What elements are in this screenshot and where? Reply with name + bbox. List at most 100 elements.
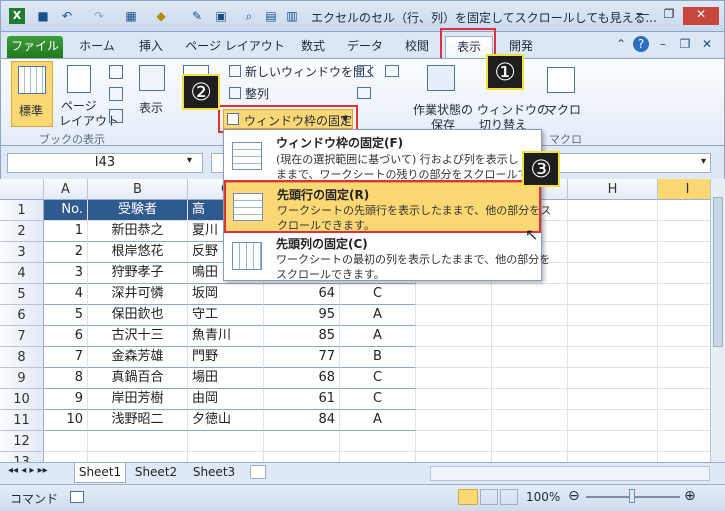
- save-workspace-button[interactable]: 作業状態の 保存: [411, 61, 475, 132]
- column-header-b[interactable]: B: [88, 179, 188, 200]
- format-painter-icon[interactable]: ✎: [189, 8, 205, 24]
- row-header[interactable]: 7: [0, 326, 44, 347]
- table-cell[interactable]: [658, 326, 710, 347]
- table-cell[interactable]: [658, 263, 710, 284]
- table-cell[interactable]: 4: [44, 284, 88, 305]
- column-header-h[interactable]: H: [568, 179, 658, 200]
- table-cell[interactable]: [264, 452, 340, 462]
- row-header[interactable]: 8: [0, 347, 44, 368]
- table-cell[interactable]: 6: [44, 326, 88, 347]
- sheet-tab-3[interactable]: Sheet3: [188, 463, 240, 483]
- macro-button[interactable]: マクロ: [541, 61, 581, 129]
- page-layout-status-icon[interactable]: [480, 489, 498, 505]
- select-all-corner[interactable]: [0, 179, 44, 200]
- save-icon[interactable]: ■: [35, 8, 51, 24]
- table-cell[interactable]: 2: [44, 242, 88, 263]
- table-cell[interactable]: 守工: [188, 305, 264, 326]
- collapse-ribbon-icon[interactable]: ⌃: [613, 36, 629, 52]
- workbook-minimize-icon[interactable]: –: [655, 36, 671, 52]
- table-cell[interactable]: [658, 305, 710, 326]
- column-header-i[interactable]: I: [658, 179, 710, 200]
- name-box[interactable]: I43: [7, 153, 203, 173]
- minimize-button[interactable]: ―: [631, 7, 655, 25]
- table-cell[interactable]: 9: [44, 389, 88, 410]
- table-cell[interactable]: [568, 305, 658, 326]
- table-cell[interactable]: [492, 452, 568, 462]
- table-cell[interactable]: [658, 347, 710, 368]
- tab-data[interactable]: データ: [343, 36, 387, 58]
- row-header[interactable]: 2: [0, 221, 44, 242]
- undo-icon[interactable]: ↶: [59, 8, 75, 24]
- table-cell[interactable]: [658, 389, 710, 410]
- table-cell[interactable]: [568, 284, 658, 305]
- table-cell[interactable]: 夕徳山: [188, 410, 264, 431]
- redo-icon[interactable]: ↷: [91, 8, 107, 24]
- table-cell[interactable]: 1: [44, 221, 88, 242]
- table-cell[interactable]: 岸田芳樹: [88, 389, 188, 410]
- insert-sheet-icon[interactable]: [250, 465, 266, 479]
- table-cell[interactable]: [658, 221, 710, 242]
- table-cell[interactable]: [658, 368, 710, 389]
- row-header[interactable]: 11: [0, 410, 44, 431]
- zoom-slider-thumb[interactable]: [629, 489, 635, 503]
- tab-insert[interactable]: 挿入: [129, 36, 173, 58]
- table-cell[interactable]: [658, 452, 710, 462]
- menu-item-freeze-first-column[interactable]: 先頭列の固定(C) ワークシートの最初の列を表示したままで、他の部分を スクロー…: [224, 232, 550, 282]
- print-preview-icon[interactable]: ▤: [263, 8, 279, 24]
- table-cell[interactable]: [492, 410, 568, 431]
- table-cell[interactable]: 10: [44, 410, 88, 431]
- table-cell[interactable]: [416, 389, 492, 410]
- column-header-a[interactable]: A: [44, 179, 88, 200]
- split-icon[interactable]: [357, 65, 371, 77]
- table-cell[interactable]: 保田欽也: [88, 305, 188, 326]
- table-cell[interactable]: 64: [264, 284, 340, 305]
- vertical-scrollbar[interactable]: [710, 179, 725, 462]
- table-cell[interactable]: [658, 200, 710, 221]
- zoom-in-icon[interactable]: ⊕: [684, 488, 696, 504]
- row-header[interactable]: 4: [0, 263, 44, 284]
- table-cell[interactable]: 85: [264, 326, 340, 347]
- table-cell[interactable]: [492, 368, 568, 389]
- tab-home[interactable]: ホーム: [71, 36, 123, 58]
- row-header[interactable]: 1: [0, 200, 44, 221]
- tab-review[interactable]: 校閲: [395, 36, 439, 58]
- page-break-icon[interactable]: [109, 65, 123, 79]
- table-cell[interactable]: [264, 431, 340, 452]
- table-cell[interactable]: [340, 452, 416, 462]
- table-cell[interactable]: [568, 263, 658, 284]
- scroll-thumb[interactable]: [713, 197, 723, 347]
- table-cell[interactable]: [340, 431, 416, 452]
- sheet-nav-icon[interactable]: ◂◂ ◂ ▸ ▸▸: [8, 465, 48, 476]
- name-box-dropdown-icon[interactable]: ▾: [187, 155, 192, 166]
- table-cell[interactable]: 門野: [188, 347, 264, 368]
- row-header[interactable]: 3: [0, 242, 44, 263]
- table-cell[interactable]: 77: [264, 347, 340, 368]
- table-cell[interactable]: [188, 431, 264, 452]
- table-cell[interactable]: 5: [44, 305, 88, 326]
- table-cell[interactable]: 坂岡: [188, 284, 264, 305]
- table-cell[interactable]: [658, 410, 710, 431]
- expand-formula-icon[interactable]: ▾: [701, 156, 706, 167]
- normal-view-button[interactable]: 標準: [11, 61, 53, 127]
- table-cell[interactable]: 95: [264, 305, 340, 326]
- table-cell[interactable]: [416, 284, 492, 305]
- table-cell[interactable]: 8: [44, 368, 88, 389]
- tab-formulas[interactable]: 数式: [291, 36, 335, 58]
- table-cell[interactable]: [416, 368, 492, 389]
- table-cell[interactable]: C: [340, 284, 416, 305]
- table-cell[interactable]: [568, 200, 658, 221]
- search-icon[interactable]: ⌕: [241, 8, 257, 24]
- table-cell[interactable]: [568, 452, 658, 462]
- row-header[interactable]: 9: [0, 368, 44, 389]
- table-cell[interactable]: [492, 284, 568, 305]
- table-cell[interactable]: [568, 347, 658, 368]
- excel-icon[interactable]: X: [9, 8, 25, 24]
- zoom-out-icon[interactable]: ⊖: [568, 488, 580, 504]
- zoom-level[interactable]: 100%: [526, 490, 560, 504]
- show-button[interactable]: 表示: [133, 61, 173, 127]
- macro-record-icon[interactable]: [70, 491, 84, 503]
- table-cell[interactable]: [658, 242, 710, 263]
- side-by-side-icon[interactable]: [385, 65, 399, 77]
- table-cell[interactable]: [416, 347, 492, 368]
- table-cell[interactable]: [568, 410, 658, 431]
